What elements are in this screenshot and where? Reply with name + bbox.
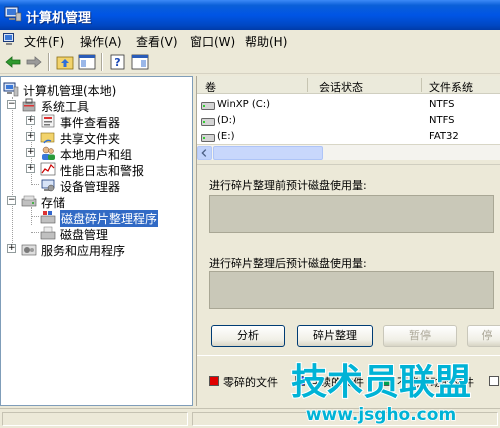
window-title: 计算机管理 xyxy=(26,11,92,26)
toolbar: ? xyxy=(0,50,500,74)
collapse-icon[interactable]: − xyxy=(7,100,16,109)
tree-label: 服务和应用程序 xyxy=(41,244,126,258)
show-hide-tree-icon[interactable] xyxy=(77,53,97,71)
stop-button[interactable]: 停 xyxy=(467,325,500,347)
before-defrag-label: 进行碎片整理前预计磁盘使用量: xyxy=(209,179,367,192)
volume-file-system: NTFS xyxy=(429,115,455,126)
site-watermark-logo: 技术员联盟 www.jsgho.com xyxy=(290,361,472,426)
system-tools-icon xyxy=(22,98,36,112)
after-defrag-label: 进行碎片整理后预计磁盘使用量: xyxy=(209,257,367,270)
computer-management-icon xyxy=(4,6,22,22)
column-divider[interactable] xyxy=(421,78,422,92)
up-folder-icon[interactable] xyxy=(55,53,75,71)
shared-folder-icon xyxy=(40,132,55,144)
volume-row[interactable]: (D:) NTFS xyxy=(197,114,500,129)
svg-text:www.jsgho.com: www.jsgho.com xyxy=(306,405,456,425)
expand-icon[interactable]: + xyxy=(26,132,35,141)
before-defrag-usage-display xyxy=(209,195,494,233)
menu-file[interactable]: 文件(F) xyxy=(24,33,64,50)
tree-label: 事件查看器 xyxy=(60,116,121,130)
defragment-button[interactable]: 碎片整理 xyxy=(297,325,373,347)
svg-text:?: ? xyxy=(114,56,120,69)
expand-icon[interactable]: + xyxy=(7,244,16,253)
menu-action[interactable]: 操作(A) xyxy=(80,33,122,50)
computer-management-icon xyxy=(3,82,19,97)
system-menu-icon[interactable] xyxy=(3,33,17,46)
performance-icon xyxy=(40,162,56,176)
event-viewer-icon xyxy=(41,114,55,128)
tree-guide xyxy=(12,97,13,245)
volume-list[interactable]: WinXP (C:) NTFS (D:) NTFS (E:) FAT32 xyxy=(197,94,500,148)
forward-arrow-icon[interactable] xyxy=(24,53,44,71)
volume-file-system: NTFS xyxy=(429,99,455,110)
expand-icon[interactable]: + xyxy=(26,116,35,125)
menu-view[interactable]: 查看(V) xyxy=(136,33,178,50)
volume-list-header: 卷 会话状态 文件系统 xyxy=(197,76,500,94)
column-divider[interactable] xyxy=(307,78,308,92)
collapse-icon[interactable]: − xyxy=(7,196,16,205)
tree-label: 共享文件夹 xyxy=(60,132,121,146)
volume-name: WinXP (C:) xyxy=(217,99,270,110)
expand-icon[interactable]: + xyxy=(26,148,35,157)
disk-management-icon xyxy=(40,226,56,240)
svg-text:技术员联盟: 技术员联盟 xyxy=(291,362,471,403)
menu-window[interactable]: 窗口(W) xyxy=(190,33,235,50)
horizontal-scrollbar[interactable] xyxy=(197,144,500,160)
console-tree[interactable]: 计算机管理(本地) − 系统工具 + 事件查看器 + 共享文件夹 + 本地用户和… xyxy=(0,76,193,406)
defragmenter-icon xyxy=(40,211,56,224)
volume-file-system: FAT32 xyxy=(429,131,459,142)
toolbar-separator xyxy=(101,53,103,71)
scroll-left-icon[interactable] xyxy=(197,146,212,160)
status-cell xyxy=(2,412,188,426)
column-header-file-system[interactable]: 文件系统 xyxy=(429,79,473,95)
services-icon xyxy=(21,244,37,256)
toolbar-separator xyxy=(48,53,50,71)
analyze-button[interactable]: 分析 xyxy=(211,325,285,347)
after-defrag-usage-display xyxy=(209,271,494,309)
tree-label: 磁盘管理 xyxy=(60,228,109,242)
tree-label: 性能日志和警报 xyxy=(60,164,145,178)
users-icon xyxy=(42,146,55,160)
tree-label-selected: 磁盘碎片整理程序 xyxy=(60,210,159,227)
volume-name: (E:) xyxy=(217,131,235,142)
tree-label: 计算机管理(本地) xyxy=(23,84,117,98)
drive-icon xyxy=(201,102,215,110)
volume-row[interactable]: (E:) FAT32 xyxy=(197,130,500,145)
legend-fragmented-swatch xyxy=(209,376,219,386)
tree-label: 设备管理器 xyxy=(60,180,121,194)
pause-button[interactable]: 暂停 xyxy=(383,325,457,347)
column-header-volume[interactable]: 卷 xyxy=(205,79,216,95)
scrollbar-thumb[interactable] xyxy=(213,146,323,160)
drive-icon xyxy=(201,134,215,142)
volume-name: (D:) xyxy=(217,115,236,126)
drive-icon xyxy=(201,118,215,126)
column-header-session-status[interactable]: 会话状态 xyxy=(319,79,363,95)
back-arrow-icon[interactable] xyxy=(3,53,23,71)
properties-icon[interactable] xyxy=(130,53,150,71)
expand-icon[interactable]: + xyxy=(26,164,35,173)
help-icon[interactable]: ? xyxy=(108,53,128,71)
menu-bar: 文件(F) 操作(A) 查看(V) 窗口(W) 帮助(H) xyxy=(0,30,500,50)
tree-label: 本地用户和组 xyxy=(60,148,133,162)
storage-icon xyxy=(21,195,37,207)
volume-row[interactable]: WinXP (C:) NTFS xyxy=(197,98,500,113)
device-manager-icon xyxy=(41,179,55,192)
title-bar[interactable]: 计算机管理 xyxy=(0,0,500,30)
menu-help[interactable]: 帮助(H) xyxy=(245,33,287,50)
